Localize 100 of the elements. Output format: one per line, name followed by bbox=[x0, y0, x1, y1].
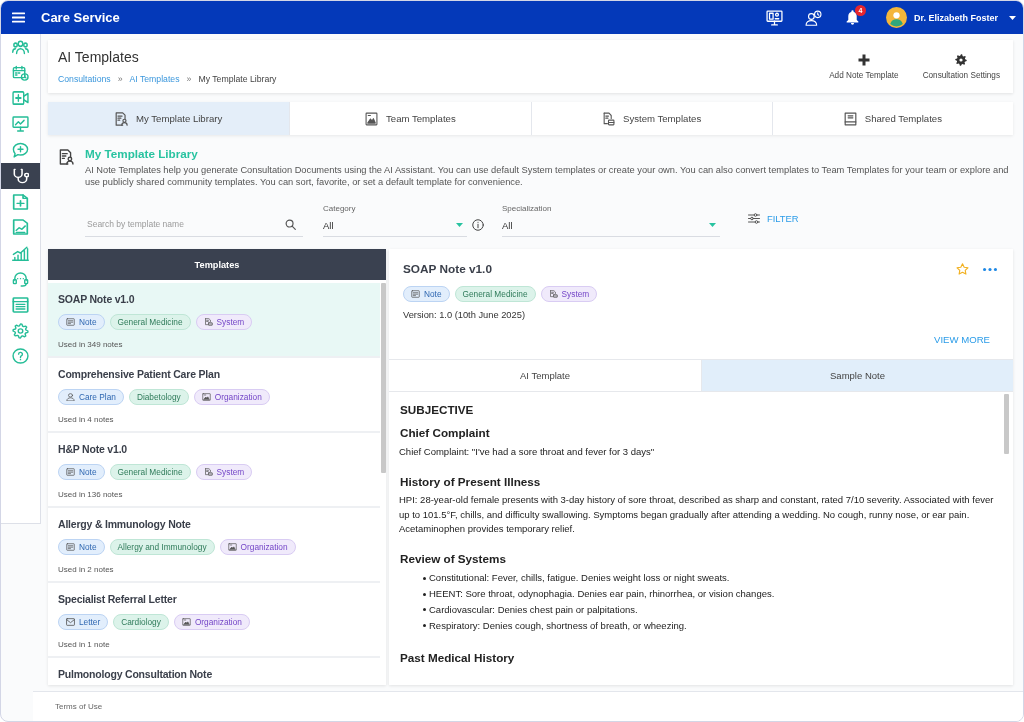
breadcrumb-separator: » bbox=[117, 73, 123, 85]
avatar-icon[interactable] bbox=[885, 7, 907, 28]
documents-icon bbox=[203, 468, 213, 476]
tag-label: Note bbox=[79, 541, 97, 553]
sidebar-item[interactable] bbox=[1, 163, 40, 189]
settings-icon bbox=[955, 54, 968, 66]
tag-label: Organization bbox=[214, 391, 262, 403]
scrollbar-thumb[interactable] bbox=[1004, 394, 1009, 454]
bar-chart-icon bbox=[12, 245, 29, 262]
page-title: AI Templates bbox=[58, 48, 140, 66]
document-user-icon bbox=[59, 149, 74, 165]
subtab[interactable]: Sample Note bbox=[701, 360, 1013, 391]
scrollbar-thumb[interactable] bbox=[381, 283, 386, 473]
settings-button[interactable]: Consultation Settings bbox=[922, 54, 1000, 80]
monitor-icon[interactable] bbox=[765, 9, 783, 26]
tag-label: Care Plan bbox=[79, 391, 116, 403]
tag-label: System bbox=[216, 316, 245, 328]
info-icon[interactable] bbox=[472, 219, 484, 231]
star-icon[interactable] bbox=[956, 263, 969, 276]
document-chart-icon bbox=[12, 219, 29, 236]
note-icon bbox=[66, 543, 75, 551]
template-list-item[interactable]: Comprehensive Patient Care Plan Care Plan Diabetology Organization Used in 4 notes bbox=[48, 358, 380, 433]
tab[interactable]: Shared Templates bbox=[771, 102, 1013, 135]
template-list-item[interactable]: Specialist Referral Letter Letter Cardiology Organization Used in 1 note bbox=[48, 583, 380, 658]
category-dropdown[interactable]: Category All bbox=[323, 203, 467, 237]
user-icon bbox=[66, 393, 75, 401]
tab[interactable]: Team Templates bbox=[289, 102, 531, 135]
tag-label: Note bbox=[79, 466, 97, 478]
templates-header: Templates bbox=[48, 249, 386, 280]
more-icon[interactable] bbox=[983, 268, 997, 271]
template-title: Allergy & Immunology Note bbox=[58, 518, 192, 531]
headset-icon bbox=[12, 271, 29, 288]
menu-icon[interactable] bbox=[12, 12, 25, 23]
bullet-text: Respiratory: Denies cough, shortness of breath, or wheezing. bbox=[429, 618, 687, 633]
documents-icon bbox=[548, 290, 558, 298]
version-text: Version: 1.0 (10th June 2025) bbox=[403, 309, 526, 322]
tag-label: Organization bbox=[240, 541, 288, 553]
caret-icon[interactable] bbox=[1009, 15, 1016, 20]
bullet-icon bbox=[423, 608, 426, 612]
settings-icon bbox=[12, 322, 29, 339]
user-clock-icon[interactable] bbox=[804, 9, 822, 26]
tag-label: Allergy and Immunology bbox=[117, 541, 207, 553]
template-list-item[interactable]: H&P Note v1.0 Note General Medicine System Used in 136 notes bbox=[48, 433, 380, 508]
template-list-item[interactable]: SOAP Note v1.0 Note General Medicine System Used in 349 notes bbox=[48, 283, 380, 358]
document-user-icon bbox=[115, 111, 128, 126]
medical-document-icon bbox=[12, 193, 29, 210]
caret-icon bbox=[709, 223, 716, 227]
help-icon bbox=[12, 348, 29, 365]
tag-label: Diabetology bbox=[136, 391, 181, 403]
tab[interactable]: My Template Library bbox=[48, 102, 290, 135]
tag-label: Note bbox=[79, 316, 97, 328]
bullet-icon bbox=[423, 624, 426, 628]
terms-link[interactable]: Terms of Use bbox=[55, 702, 103, 711]
image-icon bbox=[201, 393, 211, 401]
bell-icon[interactable] bbox=[845, 10, 859, 25]
detail-title: SOAP Note v1.0 bbox=[403, 262, 492, 277]
search-icon[interactable] bbox=[285, 219, 296, 230]
subtab[interactable]: AI Template bbox=[389, 360, 701, 391]
usage-count: Used in 1 note bbox=[58, 639, 111, 650]
note-icon bbox=[66, 318, 75, 326]
tag-label: Organization bbox=[194, 616, 242, 628]
tag-label: Note bbox=[424, 288, 442, 300]
filter-icon bbox=[748, 212, 760, 224]
note-heading: Chief Complaint bbox=[400, 425, 491, 440]
bullet-text: Constitutional: Fever, chills, fatigue. Denies weight loss or night sweats. bbox=[429, 571, 730, 586]
section-heading: SUBJECTIVE bbox=[400, 402, 475, 417]
template-list-item[interactable]: Allergy & Immunology Note Note Allergy and Immunology Organization Used in 2 notes bbox=[48, 508, 380, 583]
app-title: Care Service bbox=[41, 10, 120, 25]
tag-label: System bbox=[216, 466, 245, 478]
caret-icon bbox=[456, 223, 463, 227]
tag-label: General Medicine bbox=[117, 466, 183, 478]
tag-label: Letter bbox=[79, 616, 101, 628]
bullet-text: HEENT: Sore throat, odynophagia. Denies ear pain, rhinorrhea, or vision changes. bbox=[429, 587, 775, 602]
documents-icon bbox=[203, 318, 213, 326]
add-template-button[interactable]: Add Note Template bbox=[829, 54, 899, 80]
people-icon bbox=[12, 38, 29, 55]
note-paragraph: Chief Complaint: "I've had a sore throat and fever for 3 days" bbox=[399, 444, 656, 459]
section-title: My Template Library bbox=[85, 146, 199, 161]
bullet-icon bbox=[423, 576, 426, 580]
usage-count: Used in 349 notes bbox=[58, 339, 124, 350]
search-field[interactable]: Search by template name bbox=[85, 211, 303, 237]
note-heading: History of Present Illness bbox=[400, 473, 542, 489]
note-heading: Review of Systems bbox=[400, 551, 507, 567]
list-document-icon bbox=[12, 296, 29, 313]
tag-label: System bbox=[561, 288, 590, 300]
image-icon bbox=[365, 111, 379, 126]
plus-icon bbox=[857, 54, 870, 66]
stethoscope-icon bbox=[12, 167, 29, 184]
usage-count: Used in 4 notes bbox=[58, 414, 115, 425]
image-icon bbox=[227, 543, 237, 551]
tag-label: General Medicine bbox=[462, 288, 528, 300]
template-title: Pulmonology Consultation Note bbox=[58, 668, 214, 681]
image-icon bbox=[181, 618, 191, 626]
usage-count: Used in 136 notes bbox=[58, 489, 124, 500]
specialization-dropdown[interactable]: Specialization All bbox=[502, 203, 720, 237]
user-name[interactable]: Dr. Elizabeth Foster bbox=[913, 12, 998, 23]
template-title: SOAP Note v1.0 bbox=[58, 293, 136, 306]
tag-label: General Medicine bbox=[117, 316, 183, 328]
calendar-clock-icon bbox=[12, 64, 29, 81]
tab[interactable]: System Templates bbox=[530, 102, 772, 135]
